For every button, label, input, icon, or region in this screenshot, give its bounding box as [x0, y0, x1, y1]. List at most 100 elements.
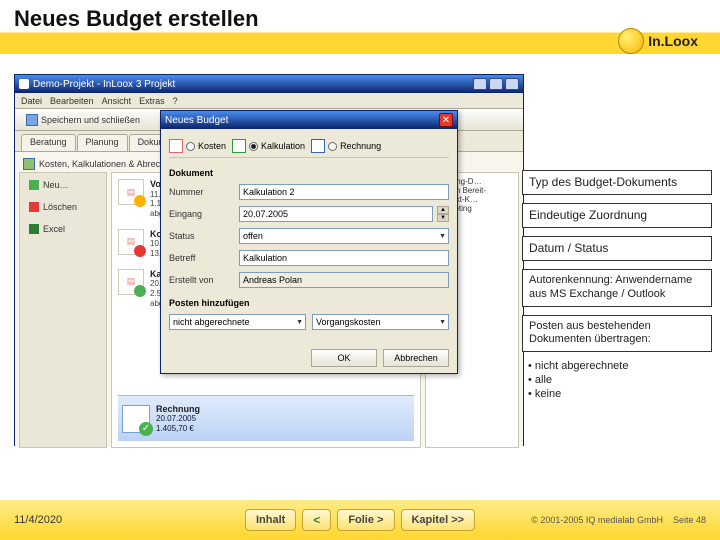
new-label: Neu…: [43, 180, 69, 190]
nav-inhalt[interactable]: Inhalt: [245, 509, 296, 531]
posten-type-value: Vorgangskosten: [316, 317, 381, 327]
action-sidebar: Neu… Löschen Excel: [19, 172, 107, 448]
type-label: Kalkulation: [261, 141, 305, 151]
status-label: Status: [169, 231, 233, 241]
selected-item[interactable]: Rechnung20.07.20051.405,70 €: [118, 395, 414, 441]
menubar: Datei Bearbeiten Ansicht Extras ?: [15, 93, 523, 109]
save-close-button[interactable]: Speichern und schließen: [21, 112, 145, 128]
new-budget-dialog: Neues Budget ✕ Kosten Kalkulation Rechnu…: [160, 110, 458, 374]
invoice-icon: [122, 405, 150, 433]
tab-beratung[interactable]: Beratung: [21, 134, 76, 151]
posten-filter-select[interactable]: nicht abgerechnete: [169, 314, 306, 330]
rechnung-icon: [311, 139, 325, 153]
posten-row: nicht abgerechnete Vorgangskosten: [169, 314, 449, 330]
callout-autor: Autorenkennung: Anwendername aus MS Exch…: [522, 269, 712, 307]
excel-button[interactable]: Excel: [24, 221, 102, 237]
eingang-row: Eingang 20.07.2005 ▲▼: [169, 206, 449, 222]
doc-icon: ▤: [118, 229, 144, 255]
nav-label: Inhalt: [256, 514, 285, 526]
bullet: • keine: [528, 388, 706, 402]
slide-footer: 11/4/2020 Inhalt < Folie > Kapitel >> © …: [0, 500, 720, 540]
delete-label: Löschen: [43, 202, 77, 212]
nav-label: Folie >: [348, 514, 383, 526]
menu-bearbeiten[interactable]: Bearbeiten: [50, 96, 94, 106]
nummer-row: Nummer Kalkulation 2: [169, 184, 449, 200]
cancel-button[interactable]: Abbrechen: [383, 349, 449, 367]
spin-down-icon: ▼: [437, 214, 449, 222]
status-select[interactable]: offen: [239, 228, 449, 244]
menu-datei[interactable]: Datei: [21, 96, 42, 106]
chevron-left-icon: <: [313, 513, 320, 527]
nav-buttons: Inhalt < Folie > Kapitel >>: [245, 509, 475, 531]
slide-header: Neues Budget erstellen In.Loox: [0, 0, 720, 54]
nav-kapitel[interactable]: Kapitel >>: [400, 509, 475, 531]
doc-icon: ▤: [118, 179, 144, 205]
nav-label: Kapitel >>: [411, 514, 464, 526]
betreff-row: Betreff Kalkulation: [169, 250, 449, 266]
callouts: Typ des Budget-Dokuments Eindeutige Zuor…: [522, 170, 712, 401]
dialog-buttons: OK Abbrechen: [311, 349, 449, 367]
eingang-input[interactable]: 20.07.2005: [239, 206, 433, 222]
callout-zuordnung: Eindeutige Zuordnung: [522, 203, 712, 228]
callout-type: Typ des Budget-Dokuments: [522, 170, 712, 195]
eingang-label: Eingang: [169, 209, 233, 219]
selected-text: Rechnung20.07.20051.405,70 €: [156, 404, 200, 434]
delete-icon: [29, 202, 39, 212]
footer-date: 11/4/2020: [14, 514, 62, 526]
radio-icon: [186, 142, 195, 151]
radio-icon: [249, 142, 258, 151]
window-titlebar[interactable]: Demo-Projekt - InLoox 3 Projekt: [15, 75, 523, 93]
betreff-input[interactable]: Kalkulation: [239, 250, 449, 266]
close-button[interactable]: [505, 78, 519, 90]
bullet: • alle: [528, 374, 706, 388]
nav-folie[interactable]: Folie >: [337, 509, 394, 531]
status-row: Status offen: [169, 228, 449, 244]
nummer-input[interactable]: Kalkulation 2: [239, 184, 449, 200]
minus-badge-icon: [134, 245, 146, 257]
dialog-title: Neues Budget: [165, 115, 228, 126]
spin-up-icon: ▲: [437, 206, 449, 214]
menu-help[interactable]: ?: [173, 96, 178, 106]
callout-bullets: • nicht abgerechnete • alle • keine: [522, 360, 712, 401]
logo-ball-icon: [618, 28, 644, 54]
excel-icon: [29, 224, 39, 234]
date-spinner[interactable]: ▲▼: [437, 206, 449, 222]
minimize-button[interactable]: [473, 78, 487, 90]
page-number: Seite 48: [673, 515, 706, 525]
window-title: Demo-Projekt - InLoox 3 Projekt: [33, 79, 175, 90]
slide-title: Neues Budget erstellen: [14, 6, 259, 32]
dialog-titlebar[interactable]: Neues Budget ✕: [161, 111, 457, 129]
brand-text: In.Loox: [648, 33, 698, 49]
doc-icon: ▤: [118, 269, 144, 295]
kalkulation-icon: [232, 139, 246, 153]
erstellt-label: Erstellt von: [169, 275, 233, 285]
erstellt-row: Erstellt von Andreas Polan: [169, 272, 449, 288]
menu-ansicht[interactable]: Ansicht: [102, 96, 132, 106]
type-kalkulation[interactable]: Kalkulation: [232, 139, 305, 153]
delete-button[interactable]: Löschen: [24, 199, 102, 215]
window-controls: [473, 78, 519, 90]
erstellt-field: Andreas Polan: [239, 272, 449, 288]
type-rechnung[interactable]: Rechnung: [311, 139, 381, 153]
question-badge-icon: [134, 195, 146, 207]
nav-prev[interactable]: <: [302, 509, 331, 531]
maximize-button[interactable]: [489, 78, 503, 90]
betreff-label: Betreff: [169, 253, 233, 263]
type-label: Kosten: [198, 141, 226, 151]
brand-logo: In.Loox: [618, 28, 698, 54]
posten-type-select[interactable]: Vorgangskosten: [312, 314, 449, 330]
type-kosten[interactable]: Kosten: [169, 139, 226, 153]
panel-icon: [23, 158, 35, 170]
ok-button[interactable]: OK: [311, 349, 377, 367]
type-selector: Kosten Kalkulation Rechnung: [169, 135, 449, 158]
dialog-close-button[interactable]: ✕: [439, 113, 453, 127]
type-label: Rechnung: [340, 141, 381, 151]
bullet: • nicht abgerechnete: [528, 360, 706, 374]
new-button[interactable]: Neu…: [24, 177, 102, 193]
dokument-heading: Dokument: [169, 168, 449, 178]
save-icon: [26, 114, 38, 126]
tab-planung[interactable]: Planung: [77, 134, 128, 151]
nummer-label: Nummer: [169, 187, 233, 197]
menu-extras[interactable]: Extras: [139, 96, 165, 106]
kosten-icon: [169, 139, 183, 153]
